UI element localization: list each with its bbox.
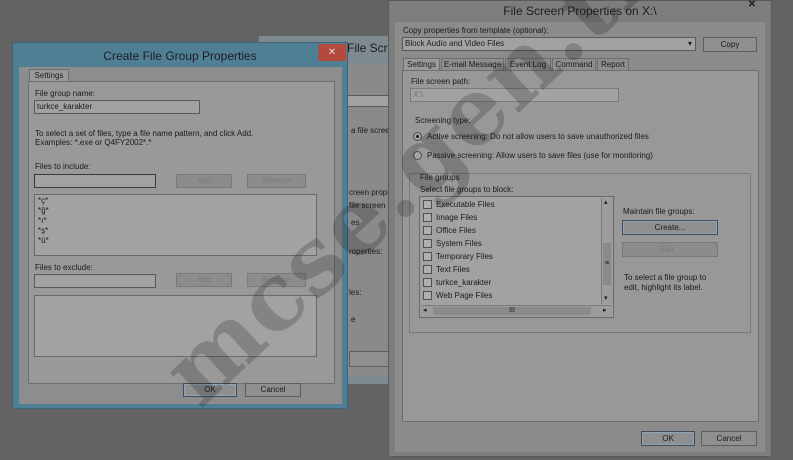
list-item[interactable]: *ı* <box>38 216 46 225</box>
exclude-label: Files to exclude: <box>35 263 93 272</box>
active-screening-label[interactable]: Active screening: Do not allow users to … <box>427 132 649 141</box>
ok-button[interactable]: OK <box>641 431 695 446</box>
list-item[interactable]: Temporary Files <box>422 251 597 263</box>
file-screen-properties-dialog: File Screen Properties on X:\ ✕ Copy pro… <box>388 0 772 457</box>
background-text: les: <box>349 288 362 297</box>
active-screening-radio[interactable] <box>413 132 422 141</box>
file-groups-label: File groups <box>420 173 460 182</box>
list-item[interactable]: *ç* <box>38 196 48 205</box>
group-name-label: File group name: <box>35 89 96 98</box>
background-text: e <box>351 315 356 324</box>
screen-dialog-title: File Screen Properties on X:\ <box>503 4 657 18</box>
template-label: Copy properties from template (optional)… <box>403 26 549 35</box>
checkbox[interactable] <box>423 278 432 287</box>
include-add-button[interactable]: Add <box>176 174 232 188</box>
list-item-label: Temporary Files <box>436 252 493 261</box>
scroll-down-icon[interactable]: ▾ <box>604 294 608 302</box>
scroll-left-icon[interactable]: ◂ <box>423 306 427 314</box>
background-text: roperties: <box>349 247 383 256</box>
checkbox[interactable] <box>423 213 432 222</box>
list-item[interactable]: Office Files <box>422 225 597 237</box>
path-field: X:\ <box>410 88 619 102</box>
list-item-label: Office Files <box>436 226 476 235</box>
checkbox[interactable] <box>423 252 432 261</box>
exclude-input[interactable] <box>34 274 156 288</box>
list-item[interactable]: Text Files <box>422 264 597 276</box>
scroll-up-icon[interactable]: ▴ <box>604 198 608 206</box>
cancel-button[interactable]: Cancel <box>245 383 301 397</box>
list-item-label: Executable Files <box>436 200 495 209</box>
list-item-label: Text Files <box>436 265 470 274</box>
list-item-label: Web Page Files <box>436 291 493 300</box>
include-list[interactable]: *ç* *ğ* *ı* *ş* *ü* <box>34 194 317 256</box>
list-item[interactable]: System Files <box>422 238 597 250</box>
scroll-hthumb[interactable]: III <box>433 307 591 315</box>
create-dialog-title: Create File Group Properties <box>103 49 257 63</box>
list-item[interactable]: turkce_karakter <box>422 277 597 289</box>
template-select-value: Block Audio and Video Files <box>405 39 505 48</box>
list-item[interactable]: *ğ* <box>38 206 49 215</box>
edit-button[interactable]: Edit... <box>622 242 718 257</box>
scroll-thumb[interactable]: ≡ <box>603 243 611 285</box>
list-item[interactable]: Image Files <box>422 212 597 224</box>
exclude-add-button[interactable]: Add <box>176 273 232 287</box>
screen-settings-panel: File screen path: X:\ Screening type: Ac… <box>402 70 759 422</box>
group-name-field[interactable]: turkce_karakter <box>34 100 200 114</box>
screen-dialog-body: Copy properties from template (optional)… <box>395 22 765 452</box>
exclude-remove-button[interactable]: Remove <box>247 273 306 287</box>
checkbox[interactable] <box>423 265 432 274</box>
list-item-label: Image Files <box>436 213 478 222</box>
create-button[interactable]: Create... <box>622 220 718 235</box>
include-input[interactable] <box>34 174 156 188</box>
list-item[interactable]: *ş* <box>38 226 48 235</box>
list-item-label: System Files <box>436 239 482 248</box>
settings-panel: File group name: turkce_karakter To sele… <box>28 81 335 384</box>
screening-type-label: Screening type: <box>415 116 471 125</box>
passive-screening-label[interactable]: Passive screening: Allow users to save f… <box>427 151 653 160</box>
scroll-right-icon[interactable]: ▸ <box>603 306 607 314</box>
ok-button[interactable]: OK <box>183 383 237 397</box>
background-text: es <box>351 218 360 227</box>
path-label: File screen path: <box>411 77 471 86</box>
maintain-groups-label: Maintain file groups: <box>623 207 695 216</box>
create-file-group-dialog: Create File Group Properties ✕ Settings … <box>12 42 348 409</box>
horizontal-scrollbar[interactable]: ◂ III ▸ <box>421 305 612 317</box>
copy-button[interactable]: Copy <box>703 37 757 52</box>
passive-screening-radio[interactable] <box>413 151 422 160</box>
instructions-text: To select a set of files, type a file na… <box>35 129 254 138</box>
background-text: file screen t <box>349 201 390 210</box>
checkbox[interactable] <box>423 291 432 300</box>
include-remove-button[interactable]: Remove <box>247 174 306 188</box>
select-groups-label: Select file groups to block: <box>420 185 514 194</box>
vertical-scrollbar[interactable]: ▴ ≡ ▾ <box>601 198 613 304</box>
checkbox[interactable] <box>423 226 432 235</box>
checkbox[interactable] <box>423 239 432 248</box>
close-icon[interactable]: ✕ <box>738 0 766 13</box>
edit-hint-text: To select a file group to edit, highligh… <box>624 273 707 292</box>
chevron-down-icon[interactable]: ▾ <box>688 38 692 50</box>
list-item-label: turkce_karakter <box>436 278 492 287</box>
list-item[interactable]: Executable Files <box>422 199 597 211</box>
include-label: Files to include: <box>35 162 91 171</box>
list-item[interactable]: *ü* <box>38 236 49 245</box>
exclude-list[interactable] <box>34 295 317 357</box>
close-icon[interactable]: ✕ <box>318 44 346 61</box>
scroll-thumb-grip: III <box>509 307 515 314</box>
background-text: a file scree <box>351 126 390 135</box>
template-select[interactable]: Block Audio and Video Files ▾ <box>402 37 696 51</box>
file-groups-list[interactable]: Executable Files Image Files Office File… <box>419 196 614 318</box>
checkbox[interactable] <box>423 200 432 209</box>
cancel-button[interactable]: Cancel <box>701 431 757 446</box>
examples-text: Examples: *.exe or Q4FY2002*.* <box>35 138 152 147</box>
file-groups-box: File groups Select file groups to block:… <box>409 173 751 333</box>
create-dialog-body: Settings File group name: turkce_karakte… <box>19 67 342 404</box>
list-item[interactable]: Web Page Files <box>422 290 597 302</box>
